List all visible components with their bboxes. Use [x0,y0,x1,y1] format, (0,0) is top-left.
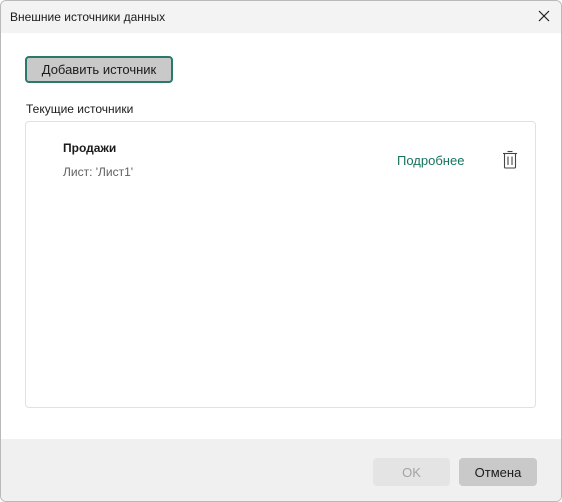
close-icon [538,10,550,22]
close-button[interactable] [533,5,555,27]
current-sources-label: Текущие источники [26,102,134,116]
dialog-content: Добавить источник Текущие источники Прод… [1,33,561,439]
dialog-title: Внешние источники данных [10,10,166,24]
source-sheet: Лист: 'Лист1' [63,165,134,179]
external-data-sources-dialog: Внешние источники данных Добавить источн… [0,0,562,502]
details-link[interactable]: Подробнее [397,153,464,168]
delete-source-button[interactable] [500,148,520,170]
source-name: Продажи [63,141,117,155]
title-bar: Внешние источники данных [1,1,561,33]
sources-list: Продажи Лист: 'Лист1' Подробнее [25,121,536,408]
add-source-button[interactable]: Добавить источник [25,56,173,83]
ok-button[interactable]: OK [373,458,450,486]
cancel-button[interactable]: Отмена [459,458,537,486]
trash-icon [503,150,517,169]
dialog-footer: OK Отмена [1,439,561,501]
